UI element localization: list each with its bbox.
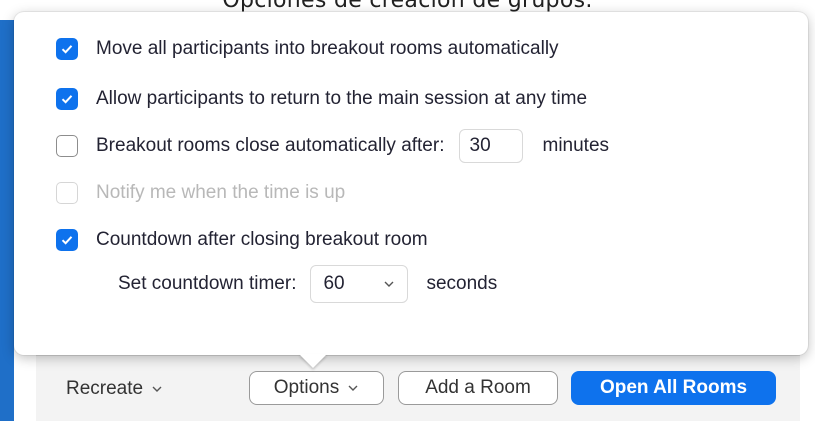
option-notify: Notify me when the time is up	[56, 182, 345, 204]
chevron-down-icon	[152, 386, 162, 392]
option-allow-return[interactable]: Allow participants to return to the main…	[56, 88, 587, 110]
recreate-label: Recreate	[66, 378, 144, 399]
option-auto-close[interactable]: Breakout rooms close automatically after…	[56, 129, 609, 163]
move-all-checkbox[interactable]	[56, 38, 78, 60]
add-room-label: Add a Room	[425, 377, 531, 398]
notify-label: Notify me when the time is up	[96, 182, 346, 203]
breakout-toolbar: Recreate Options Add a Room Open All Roo…	[36, 355, 800, 421]
recreate-button[interactable]: Recreate	[66, 378, 163, 400]
seconds-unit-label: seconds	[426, 273, 498, 294]
option-countdown-timer: Set countdown timer: 60 seconds	[118, 265, 497, 303]
move-all-label: Move all participants into breakout room…	[96, 38, 559, 59]
options-label: Options	[273, 377, 340, 398]
countdown-timer-value: 60	[323, 273, 345, 294]
countdown-checkbox[interactable]	[56, 229, 78, 251]
option-move-all[interactable]: Move all participants into breakout room…	[56, 38, 559, 60]
chevron-down-icon	[384, 281, 394, 287]
countdown-label: Countdown after closing breakout room	[96, 229, 428, 250]
open-all-rooms-label: Open All Rooms	[599, 377, 748, 398]
options-popup: Move all participants into breakout room…	[14, 12, 808, 355]
minutes-unit-label: minutes	[542, 135, 610, 156]
chevron-down-icon	[348, 385, 358, 391]
notify-checkbox	[56, 182, 78, 204]
countdown-timer-label: Set countdown timer:	[118, 273, 297, 294]
countdown-timer-select[interactable]: 60	[310, 265, 409, 303]
breakout-options-screen: Opciones de creación de grupos. Recreate…	[0, 0, 815, 421]
checkmark-icon	[61, 45, 73, 54]
popup-pointer-arrow	[299, 354, 327, 368]
checkmark-icon	[61, 236, 73, 245]
add-room-button[interactable]: Add a Room	[398, 371, 558, 405]
open-all-rooms-button[interactable]: Open All Rooms	[571, 371, 776, 405]
allow-return-checkbox[interactable]	[56, 88, 78, 110]
option-countdown[interactable]: Countdown after closing breakout room	[56, 229, 428, 251]
allow-return-label: Allow participants to return to the main…	[96, 88, 588, 109]
auto-close-checkbox[interactable]	[56, 135, 78, 157]
auto-close-label: Breakout rooms close automatically after…	[96, 135, 445, 156]
auto-close-minutes-value: 30	[469, 135, 491, 156]
desktop-background	[0, 20, 14, 421]
auto-close-minutes-input[interactable]: 30	[458, 129, 523, 163]
options-button[interactable]: Options	[249, 371, 384, 405]
checkmark-icon	[61, 95, 73, 104]
